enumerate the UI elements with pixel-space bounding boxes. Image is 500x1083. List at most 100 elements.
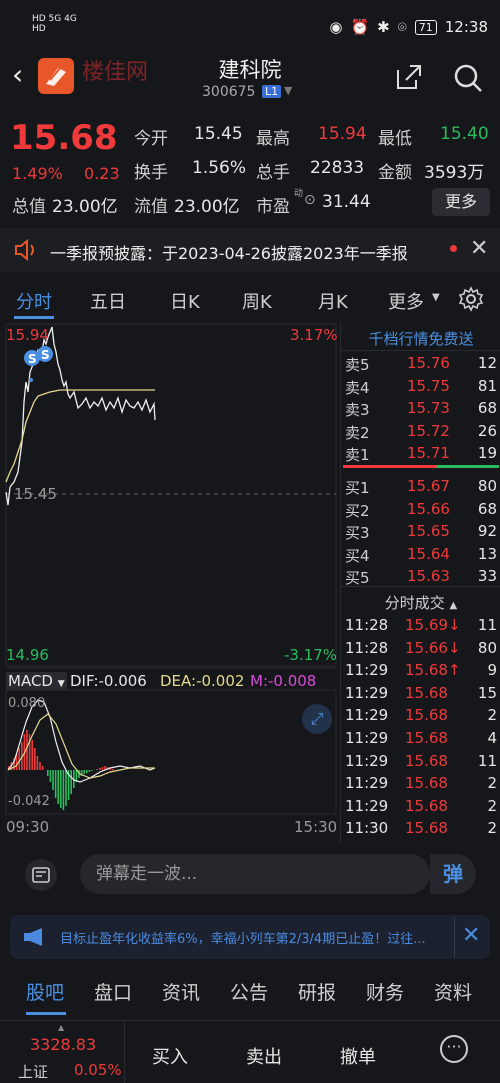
tick-time: 11:29 [345,774,389,793]
tick-price: 15.68 [405,819,448,838]
close-icon[interactable]: ✕ [470,236,488,261]
bid-volume: 92 [477,522,497,540]
promo-banner[interactable]: 目标止盈年化收益率6%，幸福小列车第2/3/4期已止盈！过往... ✕ [10,915,490,959]
chevron-down-icon[interactable]: ▼ [284,84,292,97]
info-icon[interactable]: ⊙ [304,192,316,208]
tab-news[interactable]: 资讯 [162,978,200,1005]
time-end: 15:30 [294,818,338,836]
macd-bar [57,770,59,804]
pct-axis-bottom: -3.17% [284,646,338,664]
current-price: 15.68 [10,118,118,158]
tick-price: 15.68 [405,706,448,725]
tick-row: 11:29 15.68 2 [341,774,500,796]
ask-volume: 12 [477,354,497,372]
svg-text:S: S [28,352,37,366]
bid-price: 15.67 [407,477,450,495]
open-value: 15.45 [194,124,243,144]
ask-row[interactable]: 卖1 15.71 19 [341,444,500,466]
level-badge[interactable]: L1 [262,85,282,98]
tick-volume: 2 [487,706,497,725]
chart-canvas: S S [5,323,337,815]
pct-axis-top: 3.17% [290,326,338,344]
turnover-label: 换手 [134,163,168,183]
bid-row[interactable]: 买4 15.64 13 [341,545,500,567]
bluetooth-icon: ✱ [377,18,390,36]
bid-ask-divider [343,465,499,468]
bid-row[interactable]: 买3 15.65 92 [341,522,500,544]
bid-row[interactable]: 买1 15.67 80 [341,477,500,499]
dropdown-icon[interactable]: ▼ [432,292,440,303]
tab-monthly-k[interactable]: 月K [318,288,348,314]
tab-intraday[interactable]: 分时 [16,288,52,314]
tick-time: 11:29 [345,751,389,770]
news-text[interactable]: 一季报预披露：于2023-04-26披露2023年一季报 [50,240,408,264]
order-book: 千档行情免费送 卖5 15.76 12 卖4 15.75 81 卖3 15.73 68 卖2 15.… [340,322,500,842]
macd-bar [65,770,67,806]
ticks-title[interactable]: 分时成交 ▲ [341,592,500,613]
close-icon[interactable]: ✕ [462,923,480,948]
tab-announcements[interactable]: 公告 [230,978,268,1005]
y-axis-top: 15.94 [6,326,49,344]
index-percent[interactable]: 0.05% [74,1061,122,1079]
promo-text[interactable]: 目标止盈年化收益率6%，幸福小列车第2/3/4期已止盈！过往... [60,928,456,947]
tab-guba[interactable]: 股吧 [26,978,64,1005]
more-button[interactable]: 更多 [432,188,490,216]
sell-button[interactable]: 卖出 [246,1043,282,1069]
news-bar[interactable]: 一季报预披露：于2023-04-26披露2023年一季报 ✕ [0,228,500,272]
unread-dot [450,245,457,252]
more-options-icon[interactable]: ··· [440,1035,468,1063]
tab-pankou[interactable]: 盘口 [94,978,132,1005]
ask-row[interactable]: 卖5 15.76 12 [341,354,500,376]
pe-value: 31.44 [322,192,371,212]
share-icon[interactable] [396,64,422,90]
macd-bar [112,769,114,770]
change-amount: 0.23 [84,164,120,183]
orderbook-promo[interactable]: 千档行情免费送 [341,328,500,349]
tab-finance[interactable]: 财务 [366,978,404,1005]
index-name[interactable]: 上证 [18,1061,48,1082]
search-icon[interactable] [452,62,484,94]
tab-profile[interactable]: 资料 [434,978,472,1005]
ask-volume: 26 [477,421,497,440]
bid-price: 15.63 [407,567,450,585]
tick-time: 11:28 [345,616,389,634]
ask-row[interactable]: 卖2 15.72 26 [341,422,500,444]
comment-list-icon[interactable] [22,858,60,892]
tab-weekly-k[interactable]: 周K [242,288,272,314]
sell-marker[interactable]: S [37,346,53,362]
ask-row[interactable]: 卖3 15.73 68 [341,399,500,421]
tick-volume: 15 [477,683,497,702]
tick-row: 11:29 15.68 4 [341,729,500,751]
tab-research[interactable]: 研报 [298,978,336,1005]
pe-label: 市盈 [256,197,290,217]
macd-bar [18,748,20,770]
macd-bar [31,740,33,770]
total-cap-value: 23.00亿 [52,197,118,217]
settings-gear-icon[interactable] [458,286,484,312]
expand-icon[interactable]: ⤢ [302,704,332,734]
tick-time: 11:28 [345,638,389,657]
tab-more[interactable]: 更多 [388,288,424,314]
bid-level-label: 买4 [345,546,370,565]
bottom-tabs: 股吧 盘口 资讯 公告 研报 财务 资料 [0,968,500,1018]
ask-row[interactable]: 卖4 15.75 81 [341,377,500,399]
index-value[interactable]: 3328.83 [30,1035,96,1054]
macd-bar [83,770,85,774]
bid-level-label: 买3 [345,524,370,542]
macd-bar [54,770,57,798]
y-axis-bottom: 14.96 [6,646,49,664]
danmu-toggle-button[interactable]: 弹 [430,854,476,894]
intraday-chart[interactable]: S S 15.94 3.17% 15.45 14.96 -3.17% MACD … [0,322,340,842]
tab-five-day[interactable]: 五日 [90,288,126,314]
comment-input[interactable]: 弹幕走一波... [80,854,430,894]
macd-selector[interactable]: MACD ▼ [6,672,67,690]
buy-button[interactable]: 买入 [152,1043,188,1069]
cancel-order-button[interactable]: 撤单 [340,1043,376,1069]
time-start: 09:30 [6,818,50,836]
bid-row[interactable]: 买2 15.66 68 [341,500,500,522]
amount-value: 3593万 [424,163,485,183]
macd-bar [62,770,65,810]
tick-price: 15.68 [405,796,448,815]
tab-daily-k[interactable]: 日K [170,288,200,314]
speaker-icon [15,239,34,261]
